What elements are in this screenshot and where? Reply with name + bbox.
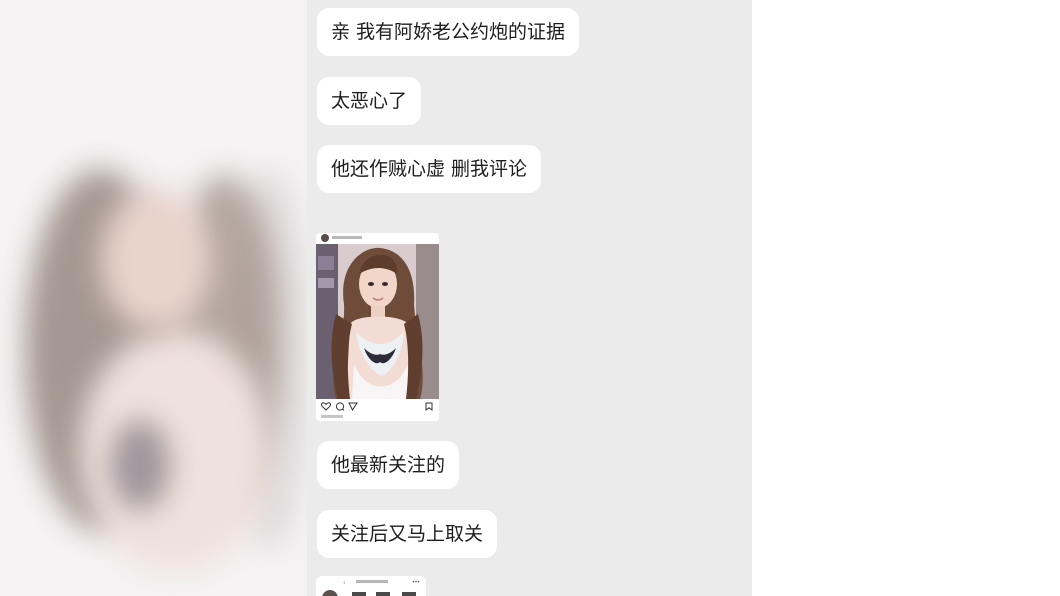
message-text: 关注后又马上取关	[331, 523, 484, 545]
message-text: 亲 我有阿娇老公约炮的证据	[331, 21, 566, 43]
blurred-background-photo	[0, 0, 307, 596]
avatar	[321, 234, 329, 242]
profile-stat	[376, 592, 390, 596]
screenshot-image-message[interactable]	[316, 233, 439, 421]
message-bubble[interactable]: 亲 我有阿娇老公约炮的证据	[317, 8, 580, 56]
comment-icon[interactable]	[335, 402, 345, 411]
post-caption	[321, 415, 343, 418]
send-icon[interactable]	[348, 402, 358, 411]
message-text: 他最新关注的	[331, 454, 446, 476]
avatar	[322, 590, 338, 596]
profile-stat	[352, 592, 366, 596]
message-bubble[interactable]: 关注后又马上取关	[317, 510, 498, 558]
screenshot-root: 亲 我有阿娇老公约炮的证据 太恶心了 他还作贼心虚 删我评论 他最新关注的 关注…	[0, 0, 1060, 596]
bookmark-icon[interactable]	[425, 402, 433, 411]
post-action-bar	[316, 399, 439, 421]
post-username	[332, 236, 362, 239]
screenshot-image-message[interactable]	[316, 576, 426, 596]
message-bubble[interactable]: 太恶心了	[317, 77, 422, 125]
message-text: 太恶心了	[331, 90, 408, 112]
profile-username	[356, 580, 388, 583]
post-photo	[316, 244, 439, 399]
post-header	[316, 233, 439, 244]
profile-stat	[402, 592, 416, 596]
chat-conversation: 亲 我有阿娇老公约炮的证据 太恶心了 他还作贼心虚 删我评论 他最新关注的 关注…	[307, 0, 752, 596]
heart-icon[interactable]	[321, 402, 331, 411]
message-bubble[interactable]: 他最新关注的	[317, 441, 460, 489]
message-text: 他还作贼心虚 删我评论	[331, 158, 528, 180]
more-icon	[412, 580, 420, 583]
message-bubble[interactable]: 他还作贼心虚 删我评论	[317, 145, 542, 193]
